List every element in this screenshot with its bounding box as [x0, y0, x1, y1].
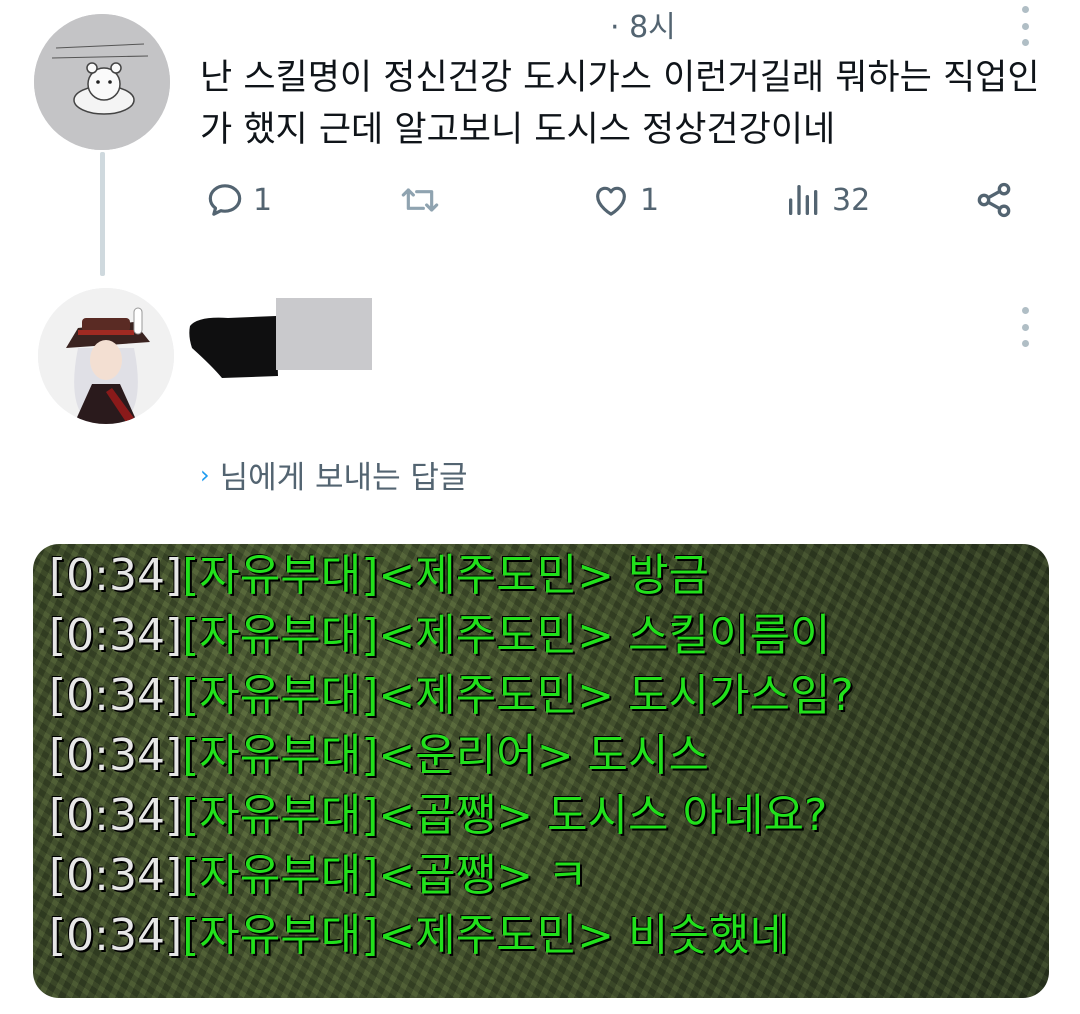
like-count: 1	[640, 182, 660, 218]
replying-to-label: 님에게 보내는 답글	[219, 460, 468, 496]
more-icon[interactable]	[1020, 307, 1030, 347]
chat-line: [0:34][자유부대]<제주도민> 도시가스임?	[49, 670, 854, 721]
reply-count: 1	[253, 182, 273, 218]
views-icon	[789, 185, 818, 215]
chat-line: [0:34][자유부대]<제주도민> 방금	[49, 550, 709, 601]
reply-author-avatar[interactable]	[38, 288, 174, 424]
attached-image[interactable]: [0:34][자유부대]<제주도민> 방금 [0:34][자유부대]<제주도민>…	[33, 544, 1049, 998]
post-time: · 8시	[610, 10, 676, 45]
views-button[interactable]: 32	[784, 178, 870, 222]
view-count: 32	[832, 182, 871, 218]
like-icon	[596, 186, 626, 216]
thread-line	[100, 152, 105, 276]
chat-line: [0:34][자유부대]<제주도민> 스킬이름이	[49, 610, 831, 661]
replying-to[interactable]: › 님에게 보내는 답글	[200, 452, 467, 497]
like-button[interactable]: 1	[590, 178, 659, 222]
redacted-username	[189, 298, 372, 378]
more-icon[interactable]	[1020, 6, 1030, 46]
retweet-button[interactable]	[398, 178, 442, 222]
chat-line: [0:34][자유부대]<제주도민> 비슷했네	[49, 910, 790, 961]
chat-line: [0:34][자유부대]<곱쨍> ㅋ	[49, 850, 588, 901]
post-text: 난 스킬명이 정신건강 도시가스 이런거길래 뭐하는 직업인가 했지 근데 알고…	[200, 58, 1040, 150]
share-icon	[977, 182, 1011, 218]
mention-handle[interactable]: ›	[200, 461, 210, 489]
chat-line: [0:34][자유부대]<곱쨍> 도시스 아네요?	[49, 790, 828, 841]
author-avatar[interactable]	[34, 14, 170, 150]
chat-line: [0:34][자유부대]<운리어> 도시스	[49, 730, 709, 781]
share-button[interactable]	[974, 178, 1014, 222]
reply-button[interactable]: 1	[205, 178, 272, 222]
retweet-icon	[401, 188, 439, 212]
reply-icon	[208, 184, 242, 216]
